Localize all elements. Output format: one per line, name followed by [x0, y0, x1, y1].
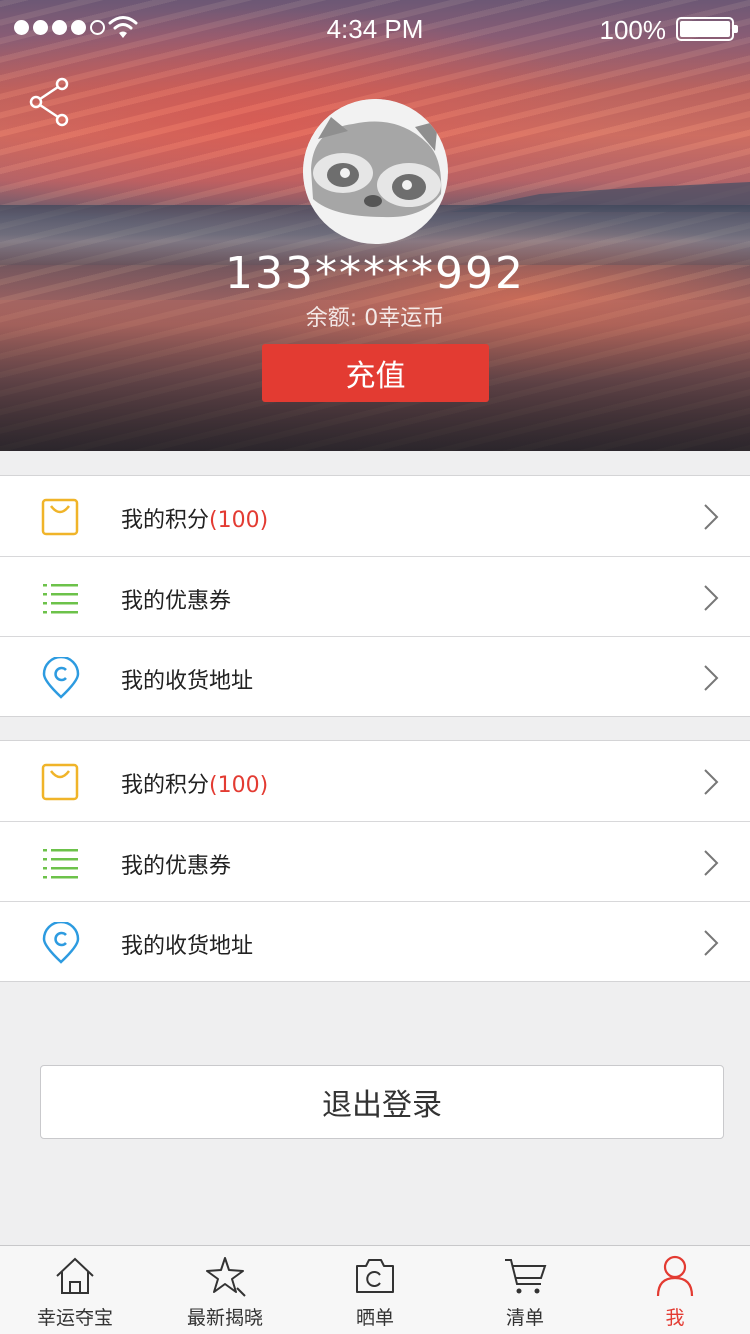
- raccoon-avatar-icon: [303, 99, 447, 243]
- cart-icon: [505, 1259, 547, 1294]
- location-pin-icon: [42, 657, 80, 699]
- recharge-button[interactable]: 充值: [262, 344, 489, 402]
- profile-header: 4:34 PM 100% 133*****992 余额: 0幸运币 充值: [0, 0, 750, 451]
- chevron-right-icon: [704, 850, 719, 876]
- menu-item-points[interactable]: 我的积分(100): [0, 741, 750, 821]
- balance-value: 0幸运币: [364, 306, 445, 331]
- menu-item-address[interactable]: 我的收货地址: [0, 636, 750, 716]
- star-icon: [206, 1257, 246, 1297]
- menu-item-label: 我的积分(100): [121, 508, 269, 533]
- tab-me[interactable]: 我: [600, 1246, 750, 1334]
- chevron-right-icon: [704, 504, 719, 530]
- balance-line: 余额: 0幸运币: [0, 300, 750, 332]
- camera-icon: [356, 1259, 394, 1293]
- tab-label: 我: [665, 1307, 685, 1329]
- menu-group: 我的积分(100) 我的优惠券 我的收货地址: [0, 740, 750, 982]
- tab-label: 清单: [505, 1307, 544, 1329]
- menu-item-label: 我的优惠券: [121, 589, 232, 614]
- tab-bar: 幸运夺宝 最新揭晓 晒单 清单 我: [0, 1245, 750, 1334]
- chevron-right-icon: [704, 769, 719, 795]
- status-bar: 4:34 PM 100%: [0, 0, 750, 56]
- user-icon: [656, 1255, 694, 1297]
- menu-item-label: 我的优惠券: [121, 854, 232, 879]
- tab-list[interactable]: 清单: [450, 1246, 600, 1334]
- balance-label: 余额:: [305, 306, 358, 331]
- home-icon: [56, 1257, 94, 1294]
- shopping-bag-icon: [41, 498, 79, 536]
- user-phone: 133*****992: [225, 248, 525, 299]
- battery-percent: 100%: [599, 15, 667, 45]
- menu-group: 我的积分(100) 我的优惠券 我的收货地址: [0, 475, 750, 717]
- logout-button[interactable]: 退出登录: [40, 1065, 724, 1139]
- menu-item-label: 我的积分(100): [121, 773, 269, 798]
- list-icon: [43, 584, 78, 614]
- chevron-right-icon: [704, 665, 719, 691]
- chevron-right-icon: [704, 930, 719, 956]
- points-count: (100): [209, 508, 269, 533]
- tab-latest-reveal[interactable]: 最新揭晓: [150, 1246, 300, 1334]
- menu-item-address[interactable]: 我的收货地址: [0, 901, 750, 981]
- menu-item-coupons[interactable]: 我的优惠券: [0, 556, 750, 636]
- location-pin-icon: [42, 922, 80, 964]
- battery-icon: [676, 17, 738, 41]
- menu-item-coupons[interactable]: 我的优惠券: [0, 821, 750, 901]
- chevron-right-icon: [704, 585, 719, 611]
- menu-item-label: 我的收货地址: [121, 934, 254, 959]
- tab-label: 晒单: [355, 1307, 394, 1329]
- points-count: (100): [209, 773, 269, 798]
- tab-lucky-treasure[interactable]: 幸运夺宝: [0, 1246, 150, 1334]
- tab-label: 幸运夺宝: [36, 1307, 113, 1329]
- shopping-bag-icon: [41, 763, 79, 801]
- menu-item-points[interactable]: 我的积分(100): [0, 476, 750, 556]
- list-icon: [43, 849, 78, 879]
- tab-label: 最新揭晓: [186, 1307, 263, 1329]
- avatar[interactable]: [303, 99, 448, 244]
- tab-show-order[interactable]: 晒单: [300, 1246, 450, 1334]
- menu-item-label: 我的收货地址: [121, 669, 254, 694]
- share-icon[interactable]: [28, 76, 72, 128]
